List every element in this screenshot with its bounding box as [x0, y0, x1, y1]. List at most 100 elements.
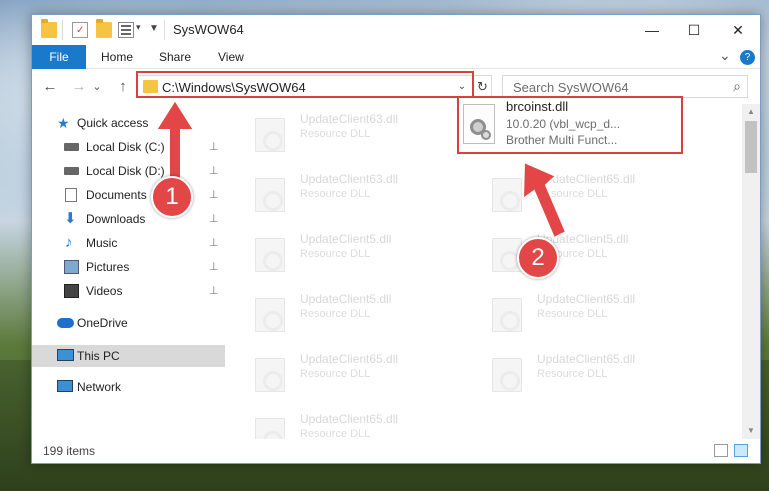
- sidebar-item-downloads[interactable]: ⬇ Downloads ⊥: [32, 208, 225, 230]
- list-item[interactable]: UpdateClient65.dll Resource DLL: [464, 286, 690, 340]
- file-type: Resource DLL: [300, 368, 371, 380]
- file-version: 10.0.20 (vbl_wcp_d...: [506, 117, 621, 131]
- sidebar-item-label: Documents: [86, 188, 147, 202]
- file-name: UpdateClient65.dll: [537, 292, 636, 306]
- forward-button[interactable]: →: [68, 76, 90, 98]
- drive-icon: [64, 167, 79, 175]
- file-name: brcoinst.dll: [506, 99, 569, 114]
- file-name: UpdateClient65.dll: [300, 412, 399, 426]
- pin-icon: ⊥: [209, 165, 219, 177]
- status-bar: 199 items: [32, 439, 760, 463]
- list-item[interactable]: UpdateClient65.dll Resource DLL: [464, 166, 690, 220]
- sidebar-item-music[interactable]: ♪ Music ⊥: [32, 232, 225, 254]
- new-folder-icon[interactable]: [96, 19, 112, 38]
- sidebar-item-label: Pictures: [86, 260, 130, 274]
- item-count: 199 items: [43, 444, 96, 458]
- close-button[interactable]: ✕: [716, 15, 760, 45]
- maximize-button[interactable]: ☐: [672, 15, 716, 45]
- back-button[interactable]: ←: [39, 76, 61, 98]
- tab-view[interactable]: View: [218, 45, 244, 69]
- file-name: UpdateClient65.dll: [537, 352, 636, 366]
- dll-file-icon: [492, 358, 522, 392]
- list-item[interactable]: UpdateClient65.dll Resource DLL: [227, 406, 453, 439]
- sidebar-item-network[interactable]: Network: [32, 376, 225, 398]
- cloud-icon: [57, 318, 74, 328]
- search-box[interactable]: Search SysWOW64 ⌕: [502, 75, 748, 98]
- music-note-icon: ♪: [65, 234, 73, 251]
- expand-ribbon-icon[interactable]: ⌄: [719, 47, 731, 64]
- file-list: UpdateClient63.dll Resource DLL UpdateCl…: [227, 104, 742, 439]
- divider: [62, 20, 63, 40]
- callout-badge-1: 1: [151, 176, 193, 218]
- search-input[interactable]: Search SysWOW64: [513, 80, 629, 95]
- gear-icon: [481, 130, 491, 140]
- list-item[interactable]: UpdateClient63.dll Resource DLL: [227, 106, 453, 160]
- window-title: SysWOW64: [173, 22, 244, 37]
- dll-file-icon: [255, 298, 285, 332]
- sidebar-item-onedrive[interactable]: OneDrive: [32, 312, 225, 334]
- list-item[interactable]: UpdateClient5.dll Resource DLL: [464, 226, 690, 280]
- pin-icon: ⊥: [209, 285, 219, 297]
- callout-badge-2: 2: [517, 237, 559, 279]
- dll-file-icon: [255, 118, 285, 152]
- dll-file-icon: [255, 358, 285, 392]
- sidebar-item-label: Quick access: [77, 116, 149, 130]
- sidebar-item-pictures[interactable]: Pictures ⊥: [32, 256, 225, 278]
- properties-icon[interactable]: ✓: [72, 22, 88, 38]
- sidebar-item-label: This PC: [77, 349, 120, 363]
- tab-file[interactable]: File: [32, 45, 86, 69]
- dll-file-icon: [255, 418, 285, 439]
- sidebar-item-this-pc[interactable]: This PC: [32, 345, 225, 367]
- vertical-scrollbar[interactable]: ▲ ▼: [742, 104, 760, 439]
- star-icon: ★: [57, 115, 70, 131]
- file-name: UpdateClient63.dll: [300, 172, 399, 186]
- file-type: Resource DLL: [537, 308, 608, 320]
- document-icon: [65, 188, 77, 202]
- computer-icon: [57, 349, 74, 361]
- dll-file-icon: [492, 298, 522, 332]
- search-icon[interactable]: ⌕: [733, 78, 741, 95]
- quick-toolbar-dropdown-icon[interactable]: ▼: [149, 23, 159, 34]
- minimize-button[interactable]: —: [630, 15, 674, 45]
- sidebar-item-label: Downloads: [86, 212, 146, 226]
- divider: [164, 20, 165, 40]
- scroll-up-icon[interactable]: ▲: [742, 104, 760, 120]
- file-description: Brother Multi Funct...: [506, 133, 618, 147]
- details-view-icon[interactable]: [714, 444, 728, 457]
- list-item[interactable]: UpdateClient65.dll Resource DLL: [464, 346, 690, 400]
- pin-icon: ⊥: [209, 237, 219, 249]
- refresh-button[interactable]: ↻: [472, 76, 492, 97]
- sidebar-item-label: Videos: [86, 284, 123, 298]
- ribbon-tabs: File Home Share View ⌄ ?: [32, 45, 760, 69]
- file-type: Resource DLL: [537, 368, 608, 380]
- list-item[interactable]: UpdateClient5.dll Resource DLL: [227, 226, 453, 280]
- customize-toolbar-icon[interactable]: [118, 22, 134, 38]
- dll-file-icon: [463, 104, 495, 144]
- film-icon: [64, 284, 79, 298]
- address-bar-highlight: [136, 71, 474, 98]
- tab-home[interactable]: Home: [101, 45, 133, 69]
- dll-file-icon: [255, 238, 285, 272]
- callout-arrow-2: [521, 160, 568, 240]
- sidebar-item-label: OneDrive: [77, 316, 128, 330]
- scroll-down-icon[interactable]: ▼: [742, 423, 760, 439]
- highlighted-file[interactable]: brcoinst.dll 10.0.20 (vbl_wcp_d... Broth…: [457, 96, 683, 154]
- recent-locations-button[interactable]: ⌄: [90, 76, 104, 98]
- large-icons-view-icon[interactable]: [734, 444, 748, 457]
- up-button[interactable]: ↑: [112, 76, 134, 98]
- help-icon[interactable]: ?: [740, 50, 755, 65]
- list-item[interactable]: UpdateClient65.dll Resource DLL: [227, 346, 453, 400]
- file-type: Resource DLL: [300, 188, 371, 200]
- file-name: UpdateClient5.dll: [300, 232, 392, 246]
- sidebar-item-videos[interactable]: Videos ⊥: [32, 280, 225, 302]
- pin-icon: ⊥: [209, 213, 219, 225]
- file-name: UpdateClient5.dll: [300, 292, 392, 306]
- scroll-thumb[interactable]: [745, 121, 757, 173]
- chevron-down-icon[interactable]: ▾: [136, 22, 141, 33]
- sidebar-item-label: Network: [77, 380, 122, 394]
- drive-icon: [64, 143, 79, 151]
- tab-share[interactable]: Share: [159, 45, 191, 69]
- list-item[interactable]: UpdateClient63.dll Resource DLL: [227, 166, 453, 220]
- pin-icon: ⊥: [209, 261, 219, 273]
- list-item[interactable]: UpdateClient5.dll Resource DLL: [227, 286, 453, 340]
